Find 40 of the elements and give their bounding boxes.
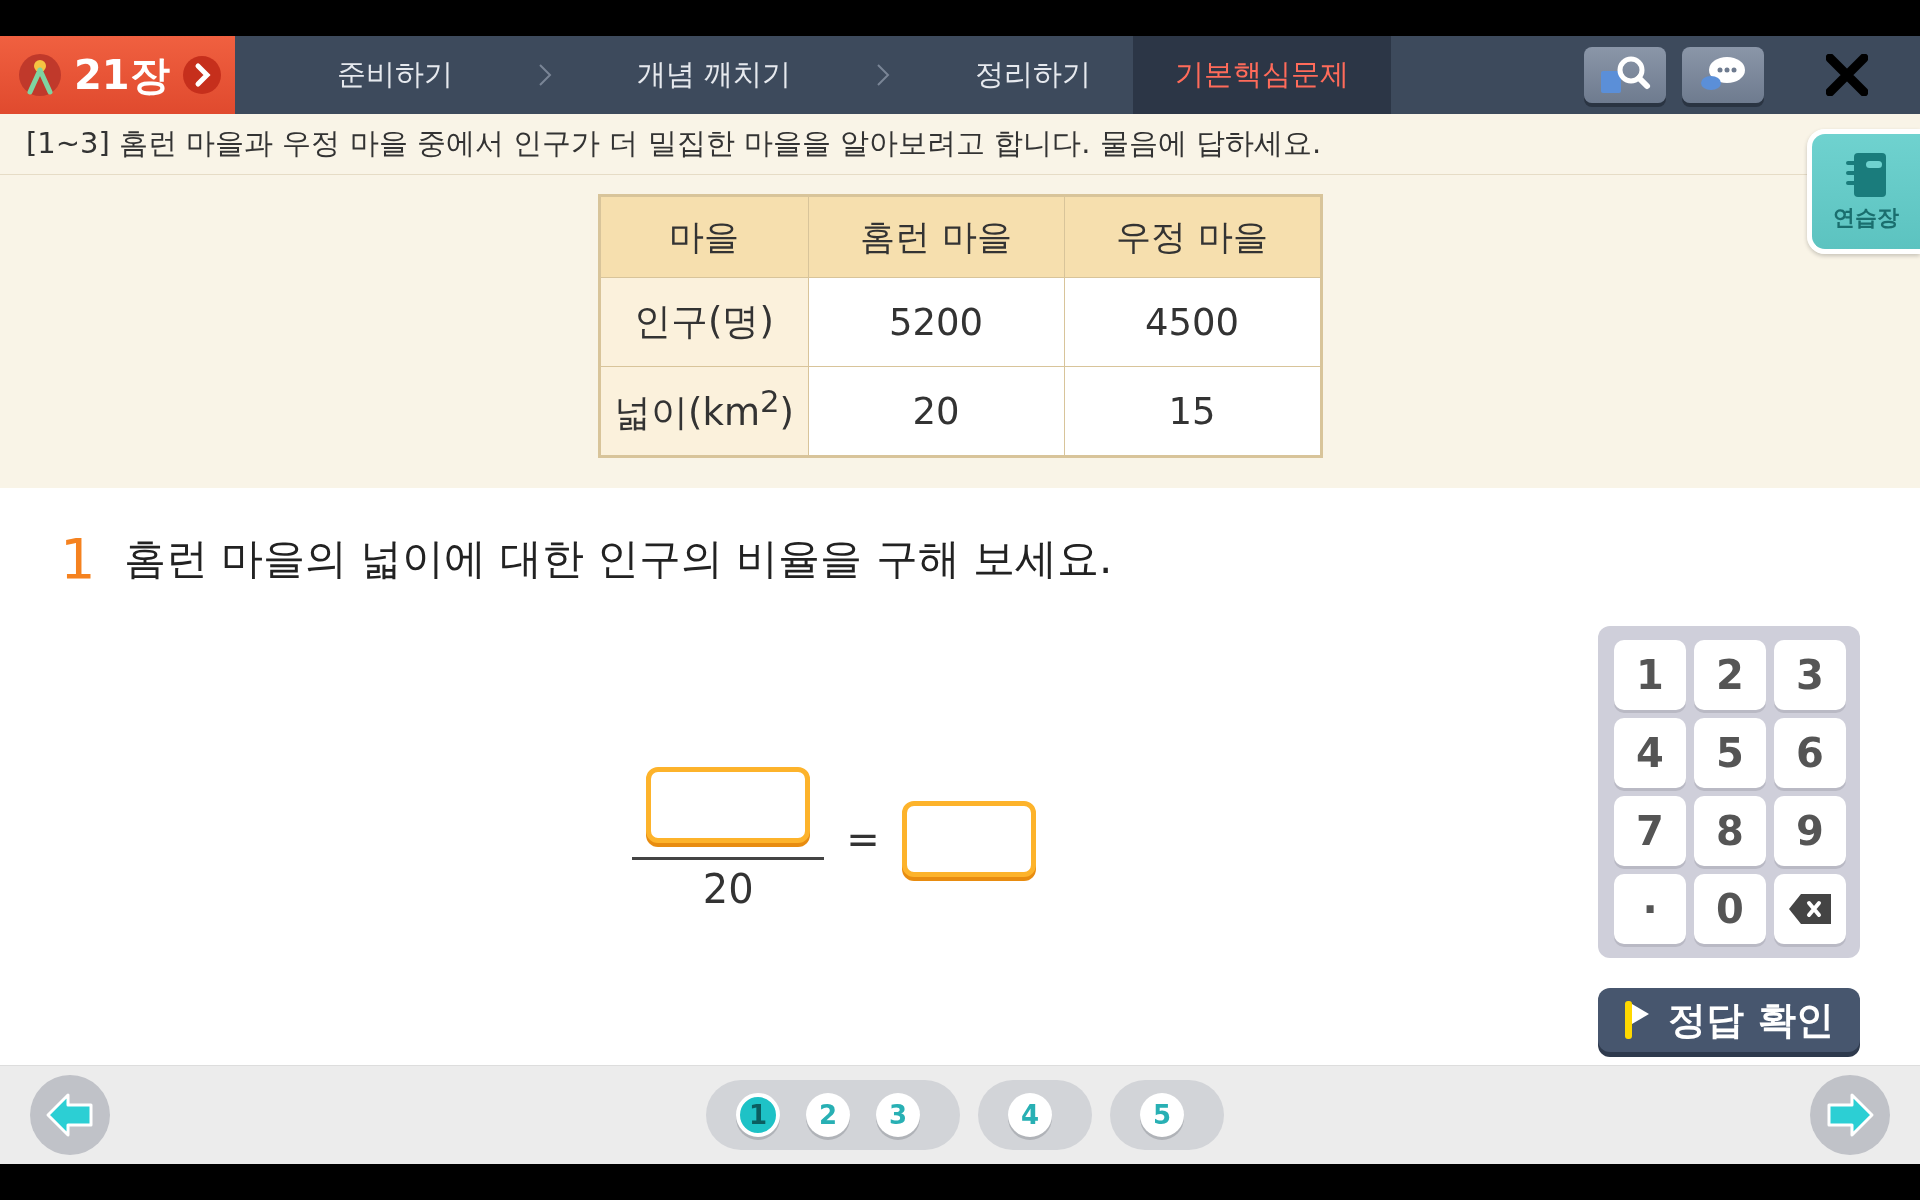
keypad-key[interactable]: · (1614, 874, 1686, 944)
flag-icon (1624, 1000, 1651, 1040)
keypad-key[interactable]: 0 (1694, 874, 1766, 944)
table-cell: 5200 (808, 277, 1064, 367)
close-icon (1826, 54, 1868, 96)
notebook-icon (1844, 150, 1888, 199)
row-header-cell: 넓이(km$^{2}$) (599, 366, 808, 457)
table-header-cell: 홈런 마을 (808, 195, 1064, 278)
denominator-text: 20 (702, 865, 754, 912)
right-arrow-icon (1825, 1092, 1875, 1138)
keypad-key[interactable]: 5 (1694, 718, 1766, 788)
keypad-key[interactable]: 8 (1694, 796, 1766, 866)
instruction-text: [1~3] 홈런 마을과 우정 마을 중에서 인구가 더 밀집한 마을을 알아보려고 합니다. 물음에 답하세요. (26, 125, 1322, 162)
keypad-key[interactable]: 4 (1614, 718, 1686, 788)
row-header-cell: 인구(명) (599, 277, 808, 367)
question-text: 홈런 마을의 넓이에 대한 인구의 비율을 구해 보세요. (123, 532, 1113, 585)
chevron-right-icon[interactable] (181, 55, 222, 95)
chapter-title: 21장 (74, 50, 170, 100)
table-header-cell: 마을 (599, 195, 808, 278)
table-cell: 20 (808, 366, 1064, 457)
backspace-icon (1787, 892, 1833, 926)
backspace-key[interactable] (1774, 874, 1846, 944)
answer-box[interactable] (901, 801, 1036, 877)
keypad-key[interactable]: 9 (1774, 796, 1846, 866)
question-number: 1 (60, 526, 96, 591)
keypad-key[interactable]: 1 (1614, 640, 1686, 710)
equals-sign: = (846, 816, 880, 862)
keypad-key[interactable]: 7 (1614, 796, 1686, 866)
table-cell: 4500 (1064, 277, 1321, 367)
step-tab[interactable]: 준비하기 (295, 36, 495, 114)
step-tab[interactable]: 정리하기 (933, 36, 1134, 114)
left-arrow-icon (45, 1092, 95, 1138)
answer-box[interactable] (646, 766, 811, 843)
step-tab[interactable]: 개념 깨치기 (595, 36, 834, 114)
keypad-key[interactable]: 3 (1774, 640, 1846, 710)
keypad-key[interactable]: 2 (1694, 640, 1766, 710)
keypad-key[interactable]: 6 (1774, 718, 1846, 788)
step-tab[interactable]: 기본핵심문제 (1133, 36, 1392, 114)
table-header-cell: 우정 마을 (1064, 195, 1321, 278)
table-cell: 15 (1064, 366, 1321, 457)
